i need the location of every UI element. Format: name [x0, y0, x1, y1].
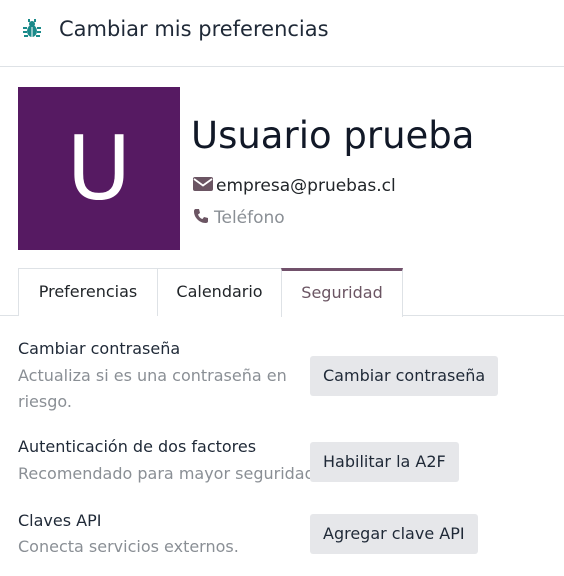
tab-seguridad[interactable]: Seguridad [281, 268, 403, 317]
dialog-header: Cambiar mis preferencias [0, 0, 564, 67]
tab-calendario[interactable]: Calendario [157, 268, 282, 316]
dialog-title: Cambiar mis preferencias [59, 17, 329, 41]
bug-icon [21, 18, 43, 40]
avatar[interactable]: U [18, 87, 180, 250]
phone-field[interactable]: Teléfono [214, 208, 285, 228]
api-keys-section-title: Claves API [18, 511, 102, 530]
email-text[interactable]: empresa@pruebas.cl [216, 176, 396, 196]
change-password-button[interactable]: Cambiar contraseña [310, 356, 499, 396]
envelope-icon [193, 176, 213, 196]
phone-row: Teléfono [193, 205, 285, 231]
password-section-description: Actualiza si es una contraseña en riesgo… [18, 366, 287, 411]
enable-2fa-button[interactable]: Habilitar la A2F [310, 442, 459, 482]
email-row: empresa@pruebas.cl [193, 173, 396, 199]
tab-bar: Preferencias Calendario Seguridad [0, 268, 564, 317]
user-name[interactable]: Usuario prueba [191, 110, 474, 162]
two-factor-section-description: Recomendado para mayor seguridad. [18, 464, 320, 483]
tab-preferencias[interactable]: Preferencias [18, 268, 158, 316]
api-keys-section-description: Conecta servicios externos. [18, 537, 239, 556]
phone-icon [193, 208, 209, 228]
add-api-key-button[interactable]: Agregar clave API [310, 514, 478, 554]
two-factor-section-title: Autenticación de dos factores [18, 437, 257, 456]
password-section-title: Cambiar contraseña [18, 339, 181, 358]
